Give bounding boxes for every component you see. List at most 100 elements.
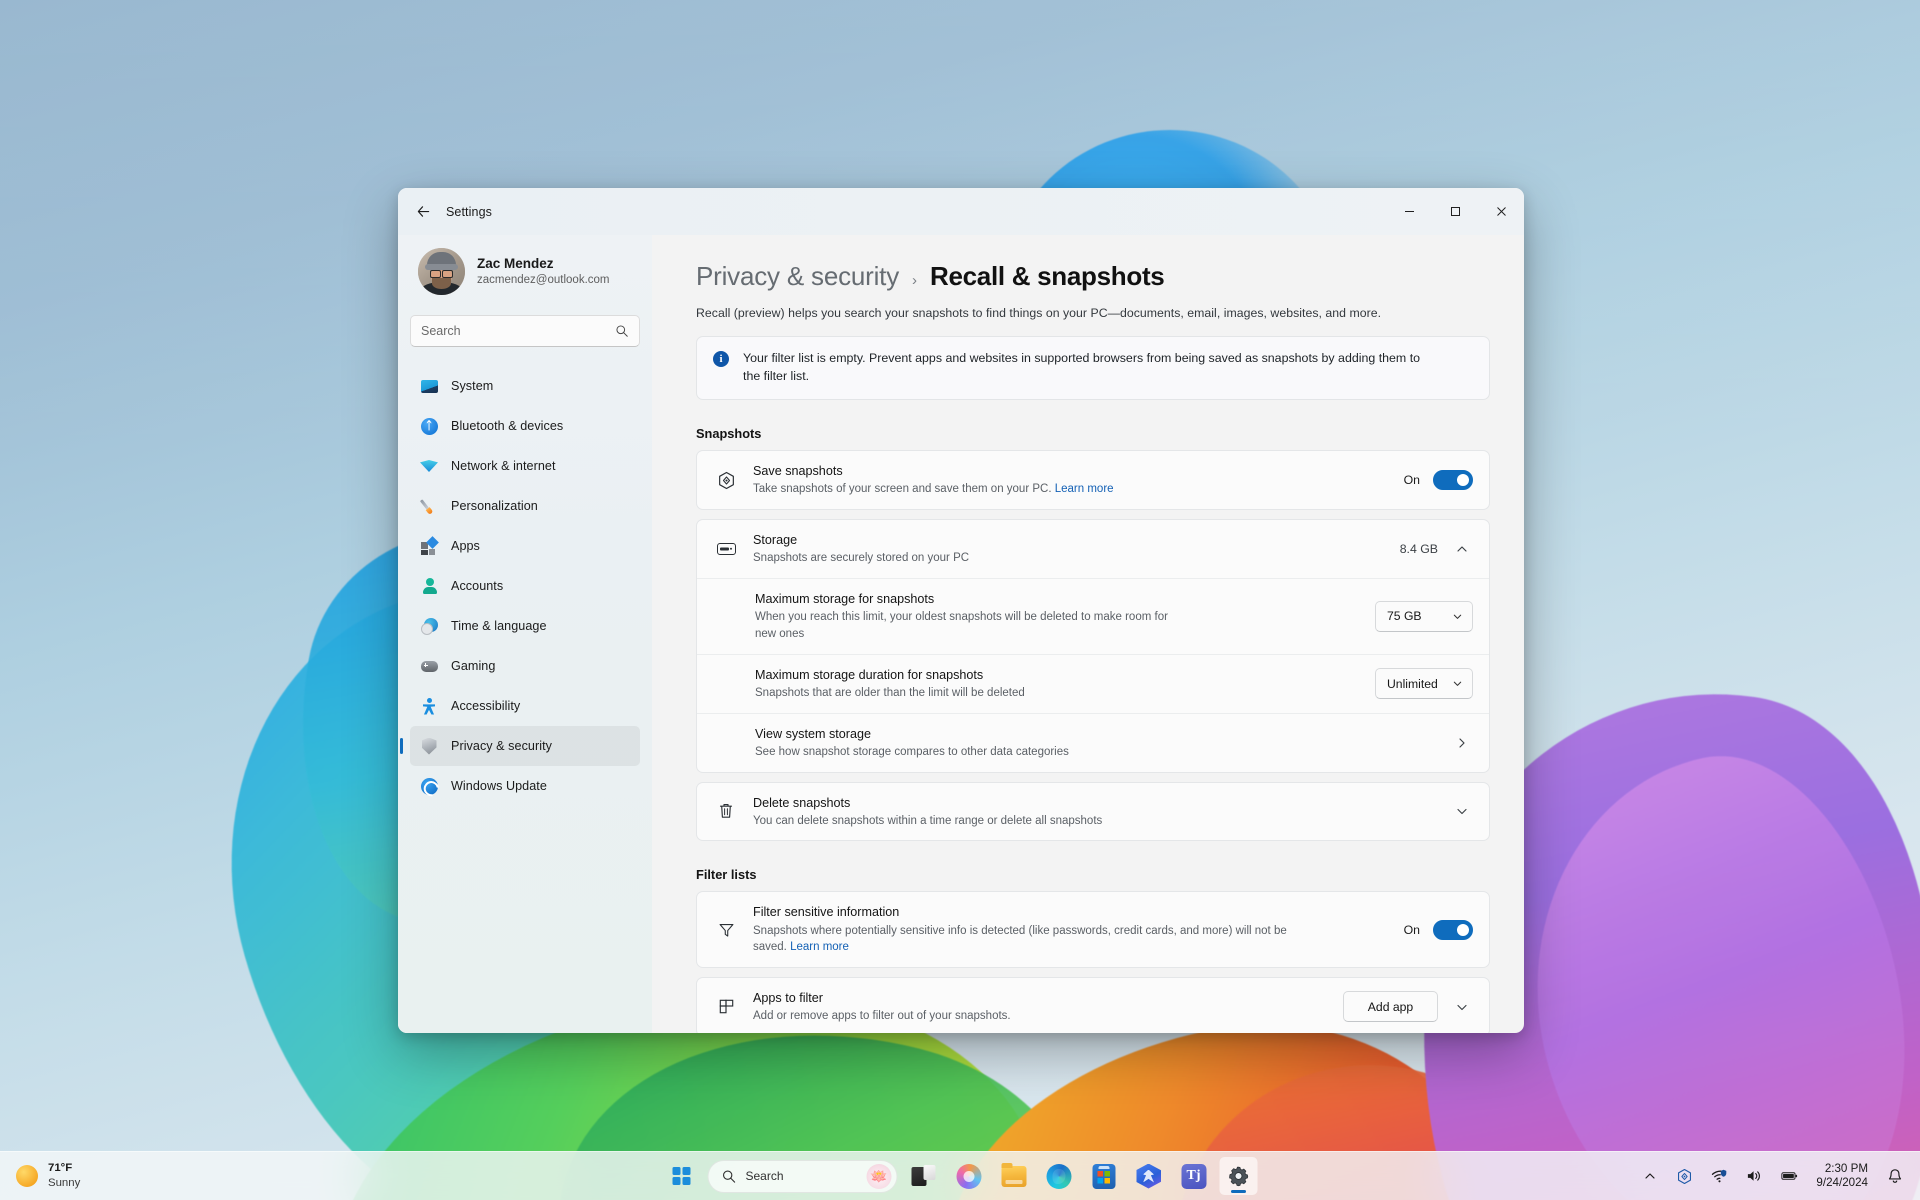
row-title: View system storage <box>755 726 871 741</box>
sidebar-item-label: Network & internet <box>451 459 556 473</box>
tray-network-button[interactable] <box>1704 1157 1735 1195</box>
row-storage[interactable]: Storage Snapshots are securely stored on… <box>697 520 1489 578</box>
taskbar-app-copilot[interactable] <box>950 1157 988 1195</box>
chevron-down-icon <box>1452 611 1463 622</box>
row-text: View system storage See how snapshot sto… <box>755 725 1435 761</box>
microsoft-365-icon <box>1136 1164 1161 1189</box>
recall-hexagon-icon <box>715 471 737 490</box>
row-text: Maximum storage duration for snapshots S… <box>755 666 1359 702</box>
window-title: Settings <box>446 204 492 219</box>
sun-icon <box>16 1165 38 1187</box>
taskbar-app-microsoft-edge[interactable] <box>1040 1157 1078 1195</box>
microsoft-store-icon <box>1092 1163 1115 1189</box>
learn-more-link[interactable]: Learn more <box>1055 483 1114 495</box>
taskbar-app-microsoft-365[interactable] <box>1130 1157 1168 1195</box>
sidebar-item-accessibility[interactable]: Accessibility <box>410 686 640 726</box>
sidebar-item-label: Accessibility <box>451 699 521 713</box>
sidebar-item-gaming[interactable]: Gaming <box>410 646 640 686</box>
close-icon <box>1496 207 1506 216</box>
clock-globe-icon <box>420 617 438 635</box>
taskbar-app-microsoft-store[interactable] <box>1085 1157 1123 1195</box>
maximum-storage-dropdown[interactable]: 75 GB <box>1375 600 1473 632</box>
sidebar-item-personalization[interactable]: Personalization <box>410 486 640 526</box>
taskbar-app-microsoft-teams[interactable]: Tj <box>1175 1157 1213 1195</box>
maximize-button[interactable] <box>1432 188 1478 235</box>
speaker-icon <box>1746 1168 1763 1185</box>
card-apps-to-filter: Apps to filter Add or remove apps to fil… <box>696 977 1490 1033</box>
sidebar-item-label: System <box>451 379 494 393</box>
start-button[interactable] <box>663 1157 701 1195</box>
sidebar-item-time-language[interactable]: Time & language <box>410 606 640 646</box>
tray-recall-button[interactable] <box>1669 1157 1700 1195</box>
row-title: Filter sensitive information <box>753 905 900 920</box>
weather-widget[interactable]: 71°F Sunny <box>0 1156 250 1197</box>
row-view-system-storage[interactable]: View system storage See how snapshot sto… <box>697 712 1489 772</box>
tray-battery-button[interactable] <box>1774 1157 1805 1195</box>
back-button[interactable] <box>406 195 440 229</box>
search-input[interactable] <box>421 324 615 338</box>
tray-volume-button[interactable] <box>1739 1157 1770 1195</box>
row-delete-snapshots[interactable]: Delete snapshots You can delete snapshot… <box>697 783 1489 841</box>
card-storage-group: Storage Snapshots are securely stored on… <box>696 519 1490 773</box>
taskbar-app-settings[interactable] <box>1219 1157 1258 1195</box>
clock: 2:30 PM 9/24/2024 <box>1816 1162 1868 1191</box>
taskbar-app-file-explorer[interactable] <box>995 1157 1033 1195</box>
save-snapshots-toggle[interactable] <box>1433 470 1473 491</box>
info-banner: i Your filter list is empty. Prevent app… <box>696 336 1490 401</box>
chevron-down-icon[interactable] <box>1451 1001 1473 1013</box>
maximize-icon <box>1450 207 1460 216</box>
chevron-up-icon[interactable] <box>1451 543 1473 555</box>
taskbar-search-placeholder: Search <box>745 1169 784 1183</box>
breadcrumb-separator: › <box>912 272 918 289</box>
sidebar-item-windows-update[interactable]: Windows Update <box>410 766 640 806</box>
breadcrumb: Privacy & security › Recall & snapshots <box>696 261 1490 292</box>
sidebar-item-label: Gaming <box>451 659 496 673</box>
bluetooth-icon: ᛏ <box>420 417 438 435</box>
desktop: Settings Zac Mendez zacmendez@outlook.co… <box>0 0 1920 1200</box>
search-icon <box>615 324 629 338</box>
sidebar-item-label: Bluetooth & devices <box>451 419 564 433</box>
card-save-snapshots: Save snapshots Take snapshots of your sc… <box>696 450 1490 511</box>
row-text: Storage Snapshots are securely stored on… <box>753 531 1384 567</box>
user-profile[interactable]: Zac Mendez zacmendez@outlook.com <box>410 235 640 295</box>
task-view-icon <box>911 1165 936 1187</box>
learn-more-link[interactable]: Learn more <box>790 941 849 953</box>
minimize-button[interactable] <box>1386 188 1432 235</box>
windows-logo-icon <box>672 1167 691 1185</box>
sidebar-search[interactable] <box>410 315 640 347</box>
sidebar-item-bluetooth-devices[interactable]: ᛏ Bluetooth & devices <box>410 406 640 446</box>
sidebar-item-system[interactable]: System <box>410 366 640 406</box>
row-text: Maximum storage for snapshots When you r… <box>755 590 1359 643</box>
sidebar-item-accounts[interactable]: Accounts <box>410 566 640 606</box>
weather-temperature: 71°F <box>48 1162 73 1175</box>
copilot-icon <box>956 1163 981 1189</box>
tray-clock[interactable]: 2:30 PM 9/24/2024 <box>1809 1157 1875 1195</box>
sidebar-item-privacy-security[interactable]: Privacy & security <box>410 726 640 766</box>
sidebar-item-apps[interactable]: Apps <box>410 526 640 566</box>
breadcrumb-parent[interactable]: Privacy & security <box>696 261 899 292</box>
row-title: Delete snapshots <box>753 795 851 810</box>
tray-notifications-button[interactable] <box>1879 1157 1910 1195</box>
sidebar: Zac Mendez zacmendez@outlook.com Search … <box>398 235 652 1033</box>
chevron-down-icon[interactable] <box>1451 805 1473 817</box>
row-filter-sensitive-information[interactable]: Filter sensitive information Snapshots w… <box>697 892 1489 967</box>
card-filter-sensitive-information: Filter sensitive information Snapshots w… <box>696 891 1490 969</box>
info-icon: i <box>713 351 729 367</box>
close-button[interactable] <box>1478 188 1524 235</box>
sidebar-item-label: Accounts <box>451 579 504 593</box>
sidebar-item-network-internet[interactable]: Network & internet <box>410 446 640 486</box>
filter-sensitive-information-toggle[interactable] <box>1433 919 1473 940</box>
maximum-storage-duration-dropdown[interactable]: Unlimited <box>1375 668 1473 700</box>
row-subtitle: Snapshots where potentially sensitive in… <box>753 923 1313 956</box>
taskbar-search[interactable]: Search 🪷 <box>707 1159 898 1193</box>
add-app-button[interactable]: Add app <box>1343 991 1438 1023</box>
row-title: Apps to filter <box>753 991 823 1006</box>
clock-time: 2:30 PM <box>1824 1161 1868 1175</box>
row-save-snapshots[interactable]: Save snapshots Take snapshots of your sc… <box>697 451 1489 509</box>
bell-icon <box>1886 1168 1903 1185</box>
storage-drive-icon <box>715 543 737 556</box>
row-apps-to-filter[interactable]: Apps to filter Add or remove apps to fil… <box>697 978 1489 1033</box>
sidebar-nav: System ᛏ Bluetooth & devices Network & i… <box>410 366 640 806</box>
taskbar-app-task-view[interactable] <box>905 1157 943 1195</box>
tray-overflow-button[interactable] <box>1634 1157 1665 1195</box>
